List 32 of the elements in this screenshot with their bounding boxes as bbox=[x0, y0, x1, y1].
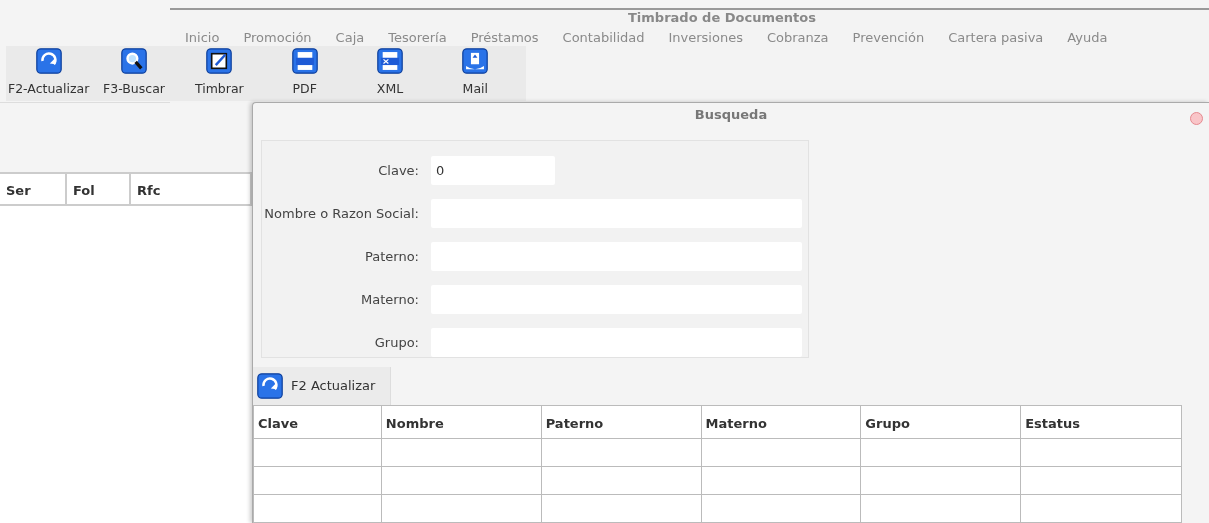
column-header[interactable]: Nombre bbox=[381, 406, 542, 438]
field-label: Grupo: bbox=[373, 333, 419, 352]
toolbar-button[interactable]: PDF bbox=[262, 46, 348, 101]
field-label: Nombre o Razon Social: bbox=[263, 204, 419, 223]
column-header[interactable]: Estatus bbox=[1021, 406, 1182, 438]
pdf-file-icon bbox=[291, 48, 318, 74]
column-header[interactable]: Fol bbox=[67, 174, 131, 204]
toolbar-button[interactable]: Timbrar bbox=[176, 46, 262, 101]
refresh-button[interactable]: F2 Actualizar bbox=[253, 367, 391, 405]
upload-icon bbox=[462, 48, 489, 74]
edit-icon bbox=[206, 48, 233, 74]
column-header[interactable]: Ser bbox=[0, 174, 67, 204]
column-header[interactable]: Grupo bbox=[861, 406, 1022, 438]
column-header[interactable]: Clave bbox=[254, 406, 382, 438]
xml-file-icon bbox=[376, 48, 403, 74]
refresh-icon bbox=[35, 48, 62, 74]
refresh-icon bbox=[257, 373, 283, 399]
dialog-title: Busqueda bbox=[694, 105, 768, 124]
window-title: Timbrado de Documentos bbox=[628, 10, 816, 25]
toolbar-button[interactable]: XML bbox=[347, 46, 433, 101]
field-label: Materno: bbox=[360, 290, 419, 309]
field-label: Paterno: bbox=[364, 247, 419, 266]
input-field[interactable]: 0 bbox=[431, 156, 555, 185]
search-icon bbox=[121, 48, 147, 74]
input-field[interactable] bbox=[431, 328, 802, 357]
toolbar-button[interactable]: F2-Actualizar bbox=[6, 46, 92, 101]
toolbar-button[interactable]: F3-Buscar bbox=[91, 46, 177, 101]
column-header[interactable]: Materno bbox=[701, 406, 862, 438]
column-header[interactable]: Paterno bbox=[541, 406, 702, 438]
field-label: Clave: bbox=[377, 161, 419, 180]
toolbar-button[interactable]: Mail bbox=[432, 46, 518, 101]
close-icon[interactable] bbox=[1190, 112, 1203, 125]
